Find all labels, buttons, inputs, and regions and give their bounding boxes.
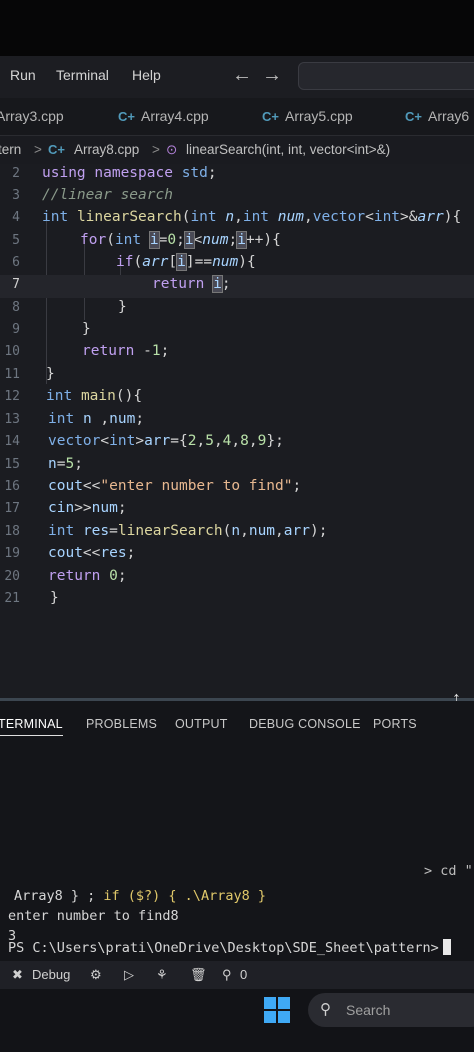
tab-array3[interactable]: Array3.cpp <box>0 108 64 124</box>
tab-terminal[interactable]: TERMINAL <box>0 717 63 736</box>
code-line: 4 int linearSearch(int n,int num,vector<… <box>0 208 474 231</box>
back-arrow-icon[interactable]: ← <box>232 64 252 87</box>
line-number: 2 <box>12 166 20 181</box>
debug-label[interactable]: Debug <box>32 967 70 982</box>
tab-label: Array4.cpp <box>140 108 209 124</box>
tab-ports[interactable]: PORTS <box>373 717 417 731</box>
terminal-output-line: enter number to find8 <box>8 908 179 924</box>
code-line: 3 //linear search <box>0 186 474 209</box>
tab-problems[interactable]: PROBLEMS <box>86 717 157 731</box>
line-number: 8 <box>12 300 20 315</box>
line-number: 17 <box>4 501 20 516</box>
line-number: 15 <box>4 457 20 472</box>
code-line: 21 } <box>0 589 474 612</box>
line-number: 16 <box>4 479 20 494</box>
line-number: 21 <box>4 591 20 606</box>
line-number: 11 <box>4 367 20 382</box>
debug-icon: ✖ <box>12 967 23 982</box>
code-line: 11 } <box>0 365 474 388</box>
taskbar-search[interactable]: ⚲ Search <box>308 993 474 1027</box>
code-line: 2 using namespace std; <box>0 164 474 187</box>
screen-bezel <box>0 0 474 56</box>
line-number: 3 <box>12 188 20 203</box>
tab-label: Array5.cpp <box>284 108 353 124</box>
forward-arrow-icon[interactable]: → <box>262 64 282 87</box>
breadcrumb-folder[interactable]: tern <box>0 142 21 157</box>
terminal-command-line: Array8 } ; if ($?) { .\Array8 } <box>14 888 266 904</box>
terminal-prompt[interactable]: PS C:\Users\prati\OneDrive\Desktop\SDE_S… <box>8 939 451 956</box>
terminal-command-part: if ($?) { .\Array8 } <box>103 888 266 904</box>
code-line: 16 cout<<"enter number to find"; <box>0 477 474 500</box>
line-number: 5 <box>12 233 20 248</box>
line-number: 20 <box>4 569 20 584</box>
tab-array6[interactable]: C+ Array6 <box>405 108 469 124</box>
bottom-panel: TERMINAL PROBLEMS OUTPUT DEBUG CONSOLE P… <box>0 701 474 961</box>
code-editor[interactable]: 2 using namespace std; 3 //linear search… <box>0 164 474 700</box>
code-line: 17 cin>>num; <box>0 499 474 522</box>
ports-icon[interactable]: ⚲ <box>222 967 232 983</box>
terminal-cd-hint: > cd " <box>424 863 473 879</box>
code-line: 12 int main(){ <box>0 387 474 410</box>
code-line-current: 7 return i; <box>0 275 474 298</box>
tab-debug-console[interactable]: DEBUG CONSOLE <box>249 717 361 731</box>
line-number: 14 <box>4 434 20 449</box>
terminal-command-part: Array8 } ; <box>14 888 104 904</box>
bug-icon[interactable]: ⚘ <box>156 967 168 983</box>
code-line: 8 } <box>0 298 474 321</box>
code-line: 9 } <box>0 320 474 343</box>
tab-array5[interactable]: C+ Array5.cpp <box>262 108 353 124</box>
line-number: 4 <box>12 210 20 225</box>
line-number: 12 <box>4 389 20 404</box>
cpp-file-icon: C+ <box>118 109 135 124</box>
cpp-file-icon: C+ <box>405 109 422 124</box>
status-bar: ✖ Debug ⚙ ▷ ⚘ 🗑 ⚲ 0 <box>0 961 474 989</box>
line-number: 7 <box>12 277 20 292</box>
code-line: 14 vector<int>arr={2,5,4,8,9}; <box>0 432 474 455</box>
windows-start-icon[interactable] <box>264 997 290 1023</box>
ports-count: 0 <box>240 967 248 982</box>
line-number: 10 <box>4 344 20 359</box>
code-line: 6 if(arr[i]==num){ <box>0 253 474 276</box>
cpp-file-icon: C+ <box>262 109 279 124</box>
windows-taskbar: ⚲ Search <box>0 989 474 1052</box>
code-line: 19 cout<<res; <box>0 544 474 567</box>
terminal-cursor <box>442 939 451 955</box>
code-line: 18 int res=linearSearch(n,num,arr); <box>0 522 474 545</box>
breadcrumb-file[interactable]: Array8.cpp <box>74 142 139 157</box>
chevron-right-icon: > <box>34 142 42 157</box>
line-number: 19 <box>4 546 20 561</box>
trash-icon[interactable]: 🗑 <box>190 967 207 983</box>
code-line: 10 return -1; <box>0 342 474 365</box>
gear-icon[interactable]: ⚙ <box>90 967 102 983</box>
tab-label: Array6 <box>427 108 470 124</box>
taskbar-search-label: Search <box>346 1002 391 1018</box>
cpp-file-icon: C+ <box>48 142 65 157</box>
line-number: 6 <box>12 255 20 270</box>
line-number: 13 <box>4 412 20 427</box>
menu-help[interactable]: Help <box>132 67 161 83</box>
menu-run[interactable]: Run <box>10 67 36 83</box>
breadcrumb: tern > C+ Array8.cpp > ⊙ linearSearch(in… <box>0 136 474 164</box>
breadcrumb-symbol[interactable]: linearSearch(int, int, vector<int>&) <box>186 142 390 157</box>
tab-output[interactable]: OUTPUT <box>175 717 228 731</box>
command-center-search[interactable] <box>298 62 474 90</box>
menu-terminal[interactable]: Terminal <box>56 67 109 83</box>
run-icon[interactable]: ▷ <box>124 967 134 983</box>
code-line: 5 for(int i=0;i<num;i++){ <box>0 231 474 254</box>
terminal-prompt-text: PS C:\Users\prati\OneDrive\Desktop\SDE_S… <box>8 940 439 956</box>
chevron-right-icon: > <box>152 142 160 157</box>
method-symbol-icon: ⊙ <box>166 142 178 157</box>
tab-array4[interactable]: C+ Array4.cpp <box>118 108 209 124</box>
line-number: 18 <box>4 524 20 539</box>
editor-tab-bar: Array3.cpp C+ Array4.cpp C+ Array5.cpp C+ A… <box>0 98 474 136</box>
tab-label: Array3.cpp <box>0 108 64 124</box>
code-line: 13 int n ,num; <box>0 410 474 433</box>
line-number: 9 <box>12 322 20 337</box>
code-line: 15 n=5; <box>0 455 474 478</box>
search-icon: ⚲ <box>320 1001 331 1018</box>
code-line: 20 return 0; <box>0 567 474 590</box>
